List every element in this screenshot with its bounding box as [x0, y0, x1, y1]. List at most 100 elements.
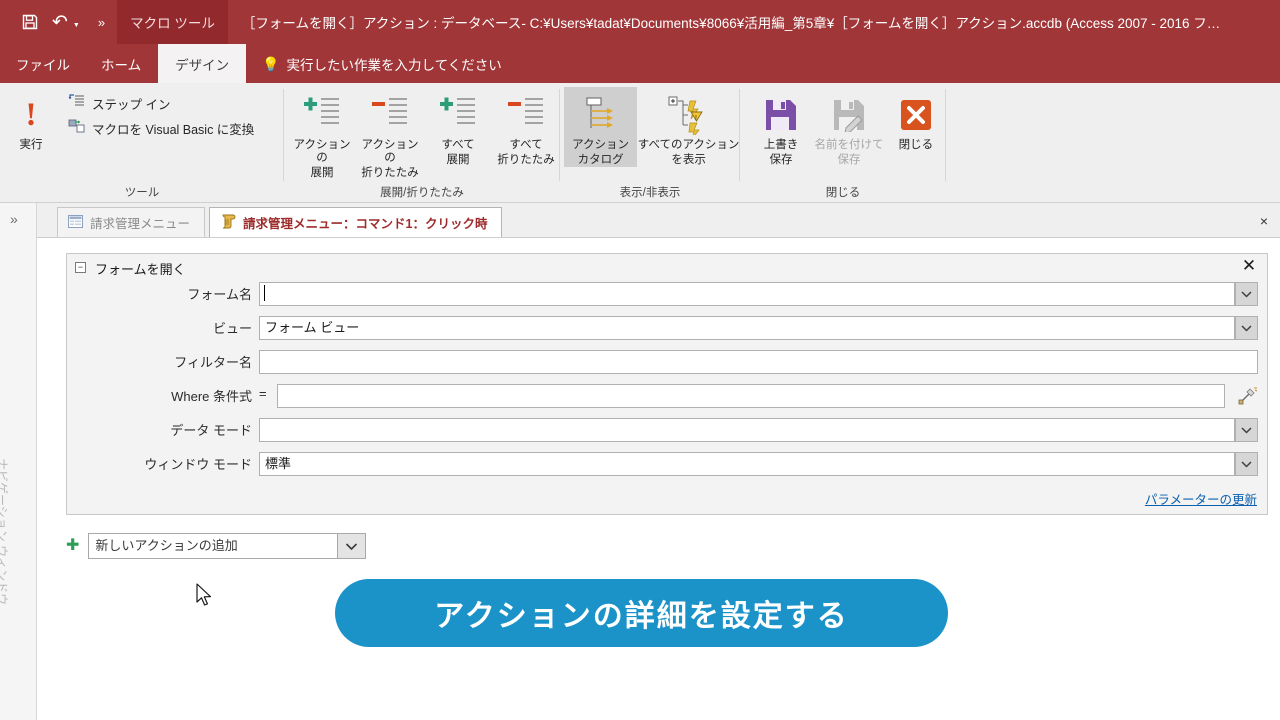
- tell-me-box[interactable]: 💡 実行したい作業を入力してください: [246, 44, 512, 83]
- customize-qat-icon[interactable]: »: [98, 15, 105, 30]
- group-label-tools: ツール: [124, 187, 160, 199]
- convert-macro-icon: [68, 118, 86, 139]
- expand-all-icon: [436, 93, 480, 137]
- field-row-view: ビュー フォーム ビュー: [67, 316, 1267, 350]
- document-tab-macro[interactable]: 請求管理メニュー：コマンド1：クリック時: [209, 207, 503, 237]
- quick-access-toolbar: ↶ ▼ »: [0, 0, 105, 44]
- svg-text:!: !: [695, 115, 697, 122]
- close-label: 閉じる: [898, 139, 934, 151]
- expand-action-icon: [300, 93, 344, 137]
- delete-action-icon[interactable]: ✕: [1239, 256, 1259, 276]
- form-icon: [68, 214, 83, 231]
- lightbulb-icon: 💡: [262, 55, 280, 72]
- action-catalog-label-1: アクション: [572, 139, 630, 151]
- save-disk-icon: [764, 93, 798, 137]
- document-tab-macro-label: 請求管理メニュー：コマンド1：クリック時: [243, 217, 488, 231]
- action-block-open-form: − フォームを開く ✕ フォーム名 ビュー フォーム ビュー フィルター名 Wh…: [66, 253, 1268, 515]
- ribbon: ! 実行 ステップ イン マクロを Visual Basic に変換 ツール ア…: [0, 83, 1280, 203]
- chevron-down-icon[interactable]: [1235, 452, 1258, 476]
- tell-me-label: 実行したい作業を入力してください: [286, 57, 502, 73]
- step-into-label: ステップ イン: [92, 98, 171, 112]
- save-label-2: 保存: [769, 154, 793, 166]
- tab-design[interactable]: デザイン: [158, 44, 247, 83]
- input-wrap-where-condition[interactable]: [277, 384, 1225, 408]
- ribbon-group-tools: ! 実行 ステップ イン マクロを Visual Basic に変換 ツール: [0, 83, 284, 203]
- chevron-down-icon[interactable]: [1235, 316, 1258, 340]
- combo-data-mode[interactable]: [259, 418, 1258, 442]
- collapse-action-label-2: 折りたたみ: [361, 167, 419, 179]
- collapse-action-icon: [368, 93, 412, 137]
- close-x-icon: [899, 93, 933, 137]
- document-tab-form-label: 請求管理メニュー: [90, 217, 191, 231]
- save-button[interactable]: 上書き 保存: [750, 87, 812, 167]
- combo-form-name[interactable]: [259, 282, 1258, 306]
- input-window-mode[interactable]: 標準: [259, 452, 1235, 476]
- undo-icon[interactable]: ↶: [52, 12, 68, 32]
- navigation-pane-collapsed[interactable]: » ナビゲーション ウィンドウ: [0, 203, 37, 720]
- ribbon-group-show-hide: アクション カタログ ! すべてのアクション を表示 表示/非表示: [560, 83, 740, 203]
- combo-window-mode[interactable]: 標準: [259, 452, 1258, 476]
- undo-dropdown-icon[interactable]: ▼: [73, 22, 80, 29]
- action-catalog-button[interactable]: アクション カタログ: [564, 87, 638, 167]
- close-button[interactable]: 閉じる: [886, 87, 946, 152]
- title-bar: ↶ ▼ » マクロ ツール ［フォームを開く］アクション : データベース- C…: [0, 0, 1280, 44]
- field-row-window-mode: ウィンドウ モード 標準: [67, 452, 1267, 486]
- show-all-actions-button[interactable]: ! すべてのアクション を表示: [637, 87, 740, 167]
- save-as-icon: [832, 93, 866, 137]
- input-filter-name[interactable]: [259, 350, 1258, 374]
- collapse-all-label-1: すべて: [509, 139, 543, 151]
- add-new-action-combo[interactable]: 新しいアクションの追加: [88, 533, 367, 559]
- contextual-tab-label: マクロ ツール: [117, 0, 228, 44]
- text-caret: [264, 285, 265, 301]
- navigation-pane-label: ナビゲーション ウィンドウ: [0, 458, 9, 606]
- label-window-mode: ウィンドウ モード: [144, 457, 252, 472]
- group-divider: [945, 89, 946, 181]
- add-new-action-input[interactable]: 新しいアクションの追加: [88, 533, 338, 559]
- convert-macro-to-vb-button[interactable]: マクロを Visual Basic に変換: [62, 116, 260, 141]
- expand-all-label-1: すべて: [441, 139, 475, 151]
- group-label-close: 閉じる: [825, 187, 861, 199]
- save-icon[interactable]: [22, 14, 38, 30]
- collapse-all-label-2: 折りたたみ: [497, 154, 555, 166]
- set-action-details-button[interactable]: アクションの詳細を設定する: [335, 579, 948, 647]
- macro-scroll-icon: [220, 214, 236, 232]
- step-into-button[interactable]: ステップ イン: [62, 91, 260, 116]
- action-catalog-icon: [581, 93, 621, 137]
- workspace: » ナビゲーション ウィンドウ 請求管理メニュー 請求管理メニュー：コマンド1：…: [0, 203, 1280, 720]
- expand-all-button[interactable]: すべて 展開: [424, 87, 492, 167]
- input-view[interactable]: フォーム ビュー: [259, 316, 1235, 340]
- input-wrap-filter-name[interactable]: [259, 350, 1258, 374]
- expand-action-button[interactable]: アクションの 展開: [288, 87, 356, 180]
- access-macro-designer-window: ↶ ▼ » マクロ ツール ［フォームを開く］アクション : データベース- C…: [0, 0, 1280, 720]
- tab-file[interactable]: ファイル: [0, 44, 84, 83]
- close-document-icon[interactable]: ×: [1254, 211, 1274, 231]
- collapse-action-label-1: アクションの: [361, 139, 419, 164]
- save-as-button[interactable]: 名前を付けて 保存: [812, 87, 886, 167]
- input-data-mode[interactable]: [259, 418, 1235, 442]
- chevron-down-icon[interactable]: [1235, 282, 1258, 306]
- chevron-down-icon[interactable]: [337, 533, 367, 559]
- collapse-toggle-icon[interactable]: −: [75, 262, 86, 273]
- document-tab-form[interactable]: 請求管理メニュー: [57, 207, 206, 237]
- save-as-label-2: 保存: [837, 154, 861, 166]
- show-all-actions-label-1: すべてのアクション: [637, 139, 740, 151]
- show-all-actions-label-2: を表示: [671, 154, 706, 166]
- plus-icon[interactable]: ✚: [66, 538, 79, 554]
- expression-builder-icon[interactable]: [1235, 385, 1261, 407]
- document-tab-bar: 請求管理メニュー 請求管理メニュー：コマンド1：クリック時 ×: [37, 203, 1280, 238]
- combo-view[interactable]: フォーム ビュー: [259, 316, 1258, 340]
- equals-sign: =: [259, 386, 267, 401]
- update-parameters-link[interactable]: パラメーターの更新: [1145, 489, 1257, 508]
- run-button[interactable]: ! 実行: [0, 87, 62, 152]
- action-catalog-label-2: カタログ: [577, 154, 624, 166]
- tab-home[interactable]: ホーム: [84, 44, 158, 83]
- chevron-down-icon[interactable]: [1235, 418, 1258, 442]
- collapse-action-button[interactable]: アクションの 折りたたみ: [356, 87, 424, 180]
- collapse-all-button[interactable]: すべて 折りたたみ: [492, 87, 560, 167]
- save-as-label-1: 名前を付けて: [814, 139, 884, 151]
- input-form-name[interactable]: [259, 282, 1235, 306]
- input-where-condition[interactable]: [277, 384, 1225, 408]
- label-data-mode: データ モード: [170, 423, 252, 438]
- expand-action-label-1: アクションの: [293, 139, 351, 164]
- chevron-double-right-icon[interactable]: »: [10, 211, 18, 227]
